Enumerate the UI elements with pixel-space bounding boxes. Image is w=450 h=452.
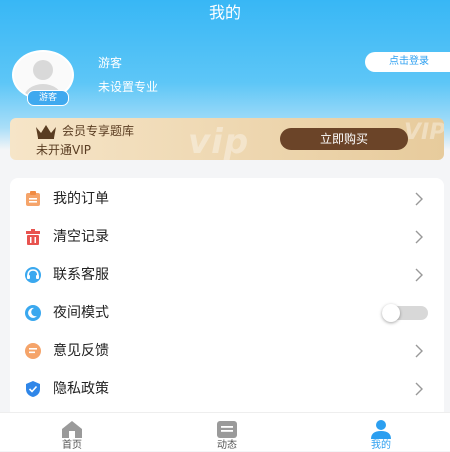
chevron-right-icon	[415, 268, 423, 282]
night-mode-toggle[interactable]	[382, 304, 428, 322]
tab-home[interactable]: 首页	[32, 417, 112, 451]
toggle-knob	[382, 304, 400, 322]
bottom-tab-bar: 首页 动态 我的	[0, 412, 450, 451]
menu-item-clear-records[interactable]: 清空记录	[10, 218, 444, 256]
menu-item-customer-service[interactable]: 联系客服	[10, 256, 444, 294]
news-icon	[217, 421, 237, 438]
user-name: 游客	[98, 56, 123, 70]
chevron-right-icon	[415, 382, 423, 396]
tab-label: 动态	[217, 440, 237, 451]
menu-item-label: 意见反馈	[53, 343, 109, 359]
chevron-right-icon	[415, 230, 423, 244]
tab-label: 我的	[371, 440, 391, 451]
menu-item-night-mode: 夜间模式	[10, 294, 444, 332]
menu-item-feedback[interactable]: 意见反馈	[10, 332, 444, 370]
avatar[interactable]: 游客	[10, 50, 74, 106]
tab-label: 首页	[62, 440, 82, 451]
crown-icon	[36, 125, 56, 139]
vip-status: 未开通VIP	[36, 143, 91, 157]
vip-watermark-right: VIP	[404, 120, 444, 145]
menu-item-label: 清空记录	[53, 229, 109, 245]
feedback-icon	[25, 343, 41, 359]
vip-watermark: vip	[188, 122, 250, 160]
shield-icon	[26, 381, 40, 397]
home-icon	[62, 421, 82, 438]
menu-item-label: 我的订单	[53, 191, 109, 207]
page-title: 我的	[208, 3, 241, 22]
menu-item-label: 隐私政策	[53, 381, 109, 397]
login-button[interactable]: 点击登录	[365, 52, 450, 72]
chevron-right-icon	[415, 344, 423, 358]
vip-title: 会员专享题库	[62, 124, 135, 138]
trash-icon	[26, 229, 40, 245]
order-icon	[26, 191, 40, 206]
menu-list: 我的订单 清空记录 联系客服 夜间模式 意见反馈 隐私政策	[10, 178, 444, 418]
menu-item-privacy-policy[interactable]: 隐私政策	[10, 370, 444, 408]
buy-now-button[interactable]: 立即购买	[280, 128, 408, 150]
user-major[interactable]: 未设置专业	[98, 80, 158, 94]
vip-card[interactable]: vip VIP 会员专享题库 未开通VIP 立即购买	[10, 118, 444, 160]
tab-news[interactable]: 动态	[187, 417, 267, 451]
customer-service-icon	[25, 267, 41, 283]
menu-item-orders[interactable]: 我的订单	[10, 180, 444, 218]
user-icon	[371, 420, 391, 439]
chevron-right-icon	[415, 192, 423, 206]
moon-icon	[25, 305, 41, 321]
guest-badge: 游客	[27, 90, 69, 106]
menu-item-label: 夜间模式	[53, 305, 109, 321]
menu-item-label: 联系客服	[53, 267, 109, 283]
tab-mine[interactable]: 我的	[341, 417, 421, 451]
